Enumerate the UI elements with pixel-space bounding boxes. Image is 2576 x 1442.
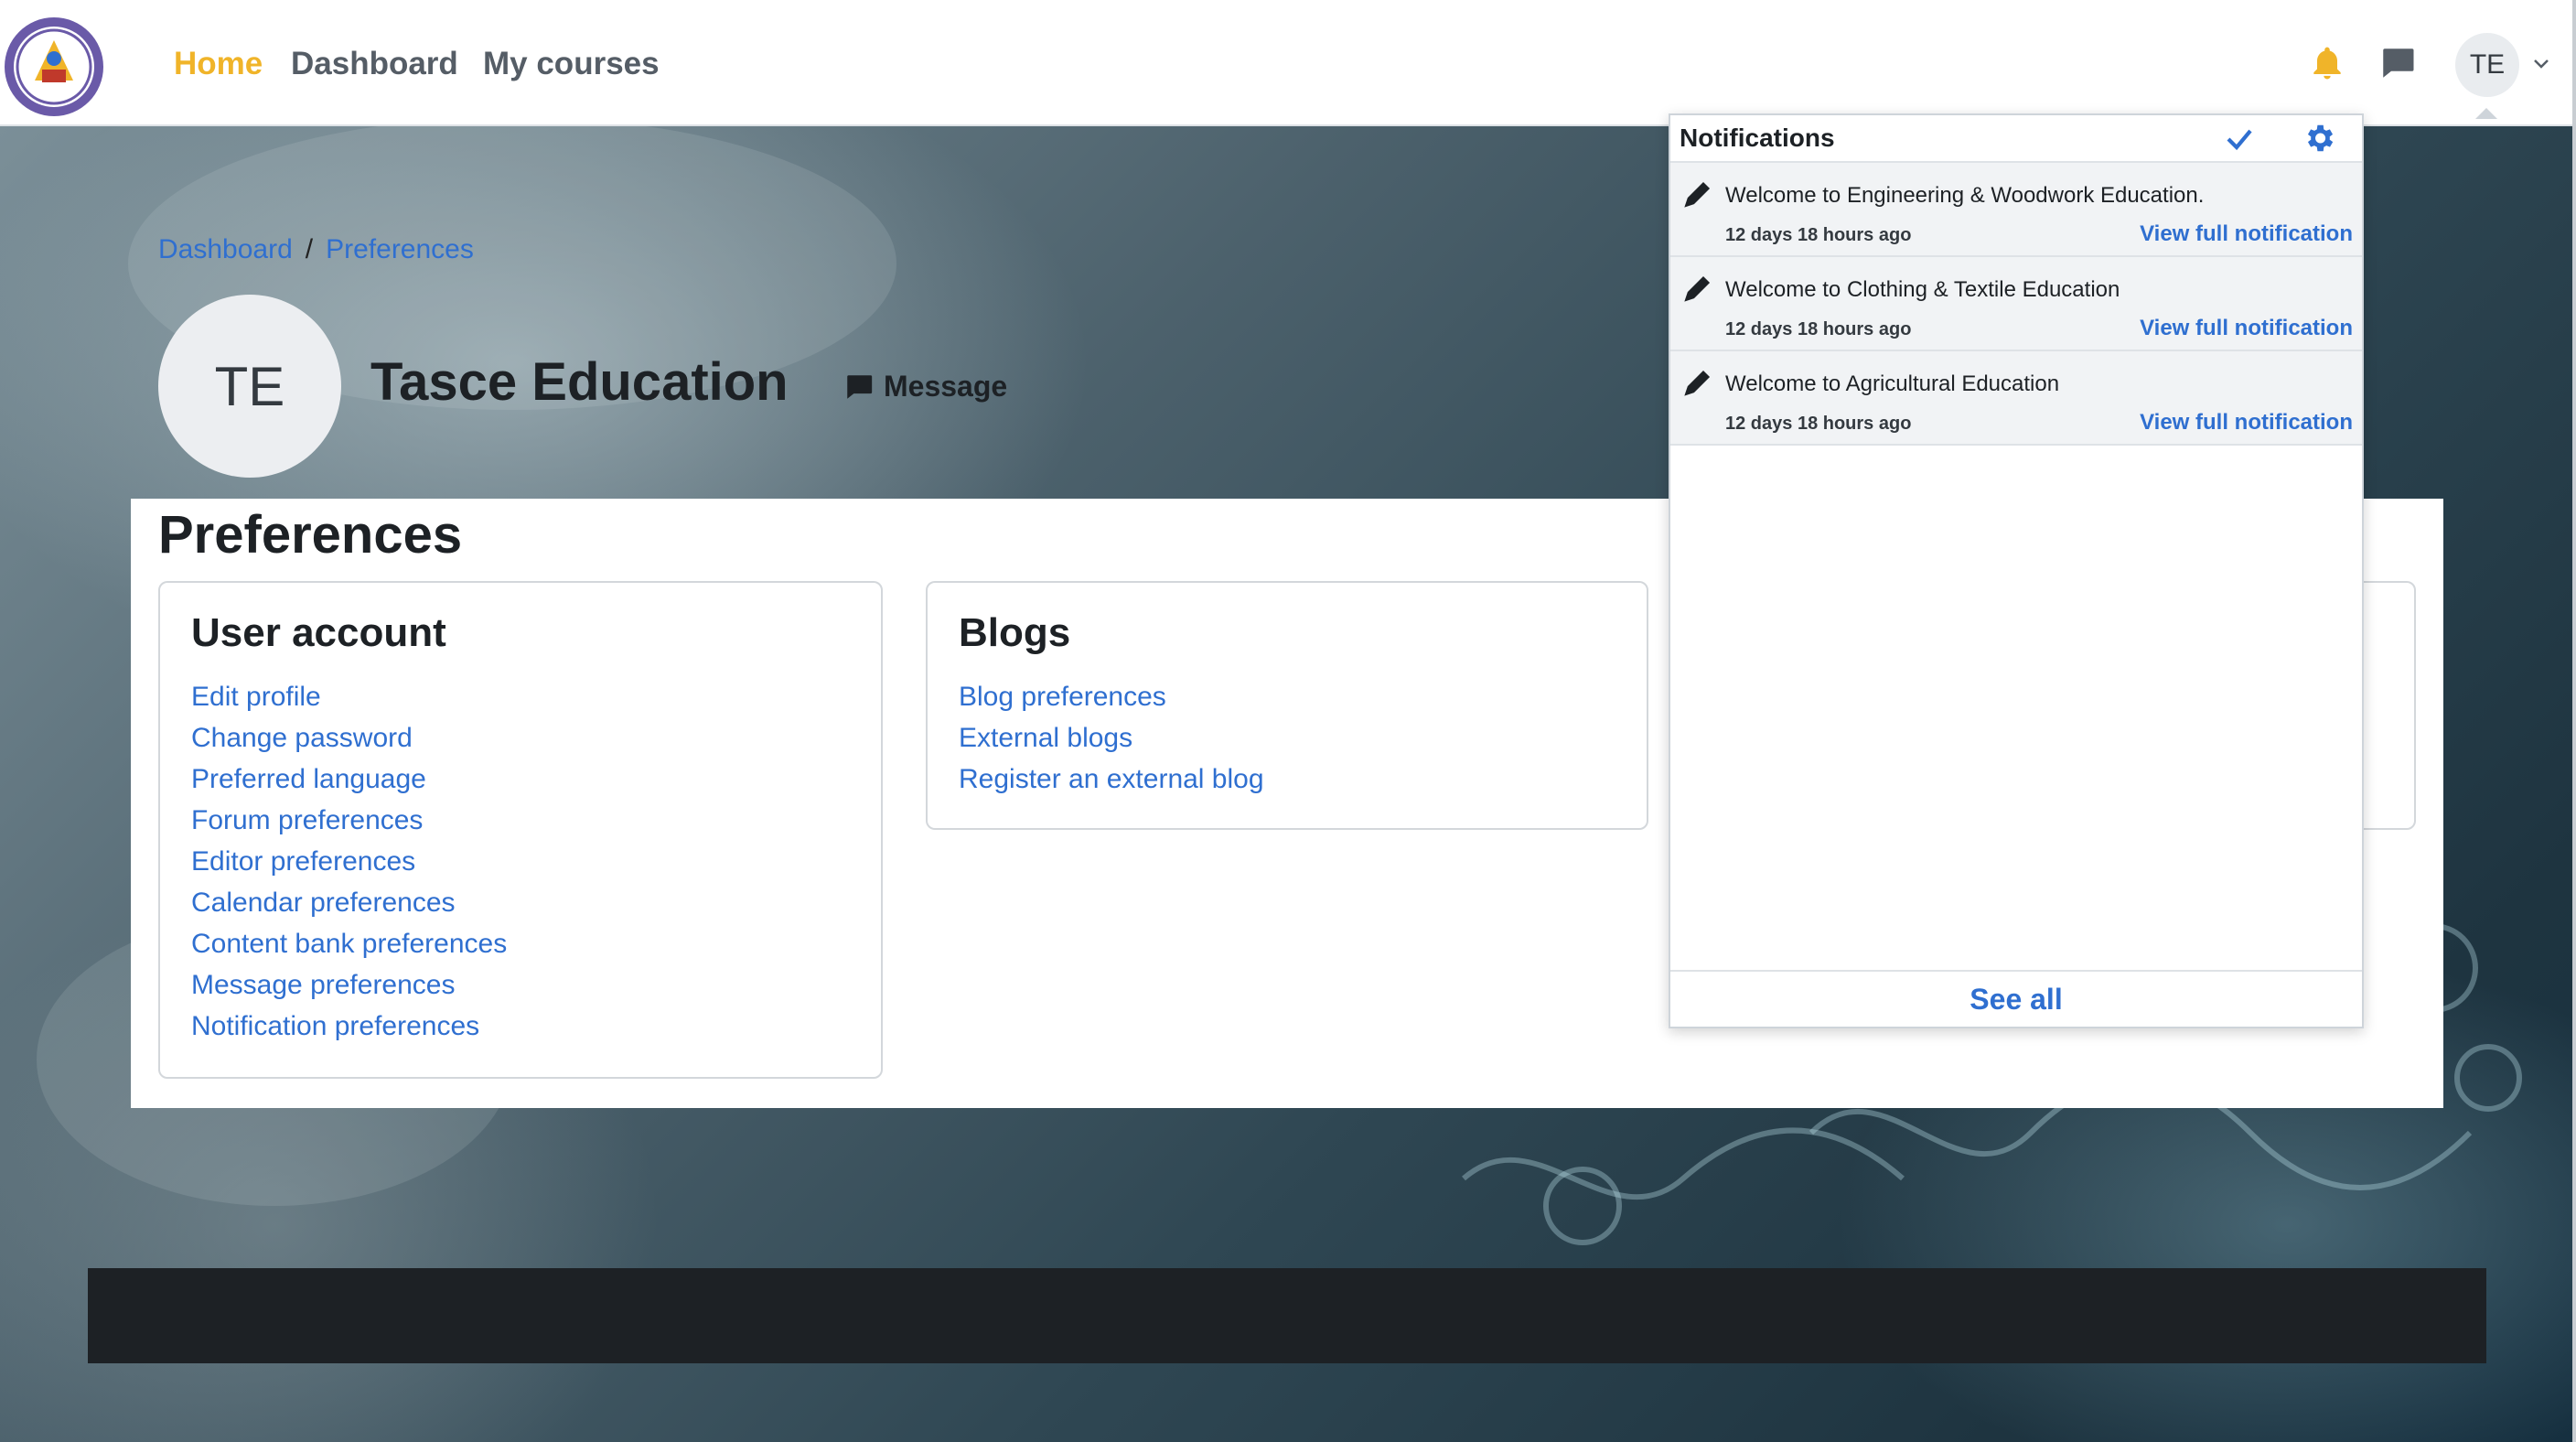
link-register-external-blog[interactable]: Register an external blog bbox=[959, 759, 1615, 800]
link-forum-preferences[interactable]: Forum preferences bbox=[191, 800, 850, 841]
see-all-link[interactable]: See all bbox=[1670, 970, 2362, 1027]
notification-time: 12 days 18 hours ago bbox=[1725, 414, 1912, 434]
link-message-preferences[interactable]: Message preferences bbox=[191, 964, 850, 1006]
link-edit-profile[interactable]: Edit profile bbox=[191, 676, 850, 717]
chat-bubble-icon[interactable] bbox=[2378, 44, 2417, 82]
notification-item[interactable]: Welcome to Clothing & Textile Education … bbox=[1670, 257, 2362, 351]
college-logo[interactable] bbox=[2, 15, 106, 119]
user-avatar[interactable]: TE bbox=[2455, 33, 2519, 97]
notification-message: Welcome to Engineering & Woodwork Educat… bbox=[1725, 183, 2205, 208]
notification-time: 12 days 18 hours ago bbox=[1725, 225, 1912, 245]
profile-avatar: TE bbox=[158, 295, 341, 478]
notifications-header: Notifications bbox=[1670, 115, 2362, 163]
window-scrollbar[interactable] bbox=[2572, 0, 2576, 1442]
pen-icon bbox=[1684, 370, 1711, 396]
pen-icon bbox=[1684, 275, 1711, 302]
nav-link-my-courses[interactable]: My courses bbox=[483, 44, 660, 84]
message-button-label: Message bbox=[884, 370, 1008, 403]
link-blog-preferences[interactable]: Blog preferences bbox=[959, 676, 1615, 717]
breadcrumb-dashboard[interactable]: Dashboard bbox=[158, 234, 293, 265]
notifications-title: Notifications bbox=[1680, 124, 1835, 152]
message-button[interactable]: Message bbox=[843, 370, 1007, 404]
notification-message: Welcome to Agricultural Education bbox=[1725, 371, 2060, 396]
notification-message: Welcome to Clothing & Textile Education bbox=[1725, 277, 2120, 302]
notification-item[interactable]: Welcome to Agricultural Education 12 day… bbox=[1670, 351, 2362, 446]
link-change-password[interactable]: Change password bbox=[191, 717, 850, 759]
nav-link-home[interactable]: Home bbox=[174, 44, 263, 84]
link-editor-preferences[interactable]: Editor preferences bbox=[191, 841, 850, 882]
page-title: Preferences bbox=[158, 505, 463, 565]
view-full-notification-link[interactable]: View full notification bbox=[2140, 316, 2353, 341]
notifications-popover: Notifications Welcome to Engineering & W… bbox=[1669, 113, 2364, 1028]
breadcrumb-separator: / bbox=[305, 234, 314, 264]
pen-icon bbox=[1684, 181, 1711, 208]
checkmark-icon[interactable] bbox=[2223, 123, 2256, 156]
top-navbar: Home Dashboard My courses TE bbox=[0, 0, 2576, 126]
card-user-account: User account Edit profile Change passwor… bbox=[158, 581, 883, 1079]
notification-time: 12 days 18 hours ago bbox=[1725, 319, 1912, 339]
chat-bubble-icon bbox=[847, 374, 873, 399]
popover-arrow bbox=[2475, 108, 2497, 119]
nav-link-dashboard[interactable]: Dashboard bbox=[291, 44, 458, 84]
link-calendar-preferences[interactable]: Calendar preferences bbox=[191, 882, 850, 923]
view-full-notification-link[interactable]: View full notification bbox=[2140, 221, 2353, 247]
breadcrumb-preferences[interactable]: Preferences bbox=[326, 234, 474, 265]
link-external-blogs[interactable]: External blogs bbox=[959, 717, 1615, 759]
footer-bar bbox=[88, 1268, 2486, 1363]
breadcrumb: Dashboard / Preferences bbox=[158, 234, 474, 265]
gear-icon[interactable] bbox=[2302, 121, 2336, 156]
view-full-notification-link[interactable]: View full notification bbox=[2140, 410, 2353, 436]
notification-item[interactable]: Welcome to Engineering & Woodwork Educat… bbox=[1670, 163, 2362, 257]
link-list: Edit profile Change password Preferred l… bbox=[191, 676, 850, 1047]
bell-icon[interactable] bbox=[2307, 44, 2347, 84]
card-blogs: Blogs Blog preferences External blogs Re… bbox=[926, 581, 1648, 830]
link-notification-preferences[interactable]: Notification preferences bbox=[191, 1006, 850, 1047]
link-preferred-language[interactable]: Preferred language bbox=[191, 759, 850, 800]
card-title: Blogs bbox=[959, 610, 1071, 655]
profile-name: Tasce Education bbox=[370, 352, 789, 412]
link-list: Blog preferences External blogs Register… bbox=[959, 676, 1615, 800]
card-title: User account bbox=[191, 610, 446, 655]
link-content-bank-preferences[interactable]: Content bank preferences bbox=[191, 923, 850, 964]
chevron-down-icon[interactable] bbox=[2530, 53, 2552, 75]
